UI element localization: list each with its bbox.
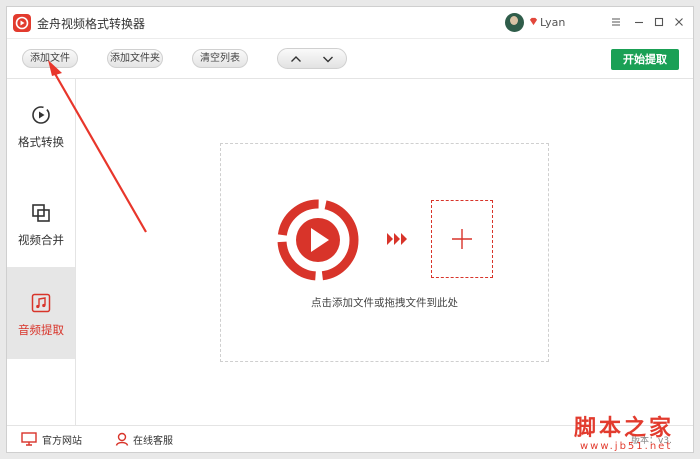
reorder-button-group	[277, 48, 347, 69]
sidebar-item-label: 格式转换	[18, 135, 64, 149]
add-file-button[interactable]: 添加文件	[22, 49, 78, 68]
watermark-brand: 脚本之家	[574, 415, 675, 441]
toolbar: 添加文件 添加文件夹 清空列表 开始提取	[7, 39, 693, 79]
play-circle-icon	[32, 106, 50, 124]
plus-icon	[452, 229, 472, 249]
app-logo-icon	[13, 14, 31, 32]
user-avatar[interactable]	[505, 13, 524, 32]
sidebar-item-video-merge[interactable]: 视频合并	[7, 177, 75, 269]
add-file-box[interactable]	[431, 200, 493, 278]
file-drop-zone[interactable]: 点击添加文件或拖拽文件到此处	[220, 143, 549, 362]
merge-squares-icon	[32, 204, 50, 222]
drop-hint-text: 点击添加文件或拖拽文件到此处	[311, 297, 458, 309]
app-title: 金舟视频格式转换器	[37, 17, 146, 31]
username[interactable]: Lyan	[540, 16, 565, 29]
official-website-link[interactable]: 官方网站	[42, 432, 82, 447]
start-extract-button[interactable]: 开始提取	[611, 49, 679, 70]
support-person-icon	[115, 432, 129, 446]
watermark-url: www.jb51.net	[580, 441, 673, 452]
site-watermark: 脚本之家 www.jb51.net	[574, 410, 694, 456]
chevron-down-icon[interactable]	[321, 52, 335, 66]
clear-list-button[interactable]: 清空列表	[192, 49, 248, 68]
minimize-icon[interactable]	[632, 15, 646, 29]
triple-arrow-icon	[387, 233, 407, 245]
sidebar-item-label: 音频提取	[18, 323, 64, 337]
app-window: 金舟视频格式转换器 Lyan 添加文件 添加文件夹 清空列表 开始提取 格式转换…	[6, 6, 694, 453]
sidebar-item-audio-extract[interactable]: 音频提取	[7, 267, 75, 359]
video-play-logo-icon	[277, 199, 359, 281]
vip-diamond-icon	[529, 17, 538, 26]
chevron-up-icon[interactable]	[289, 52, 303, 66]
add-folder-button[interactable]: 添加文件夹	[107, 49, 163, 68]
sidebar: 格式转换 视频合并 音频提取	[7, 79, 76, 425]
menu-icon[interactable]	[609, 15, 623, 29]
online-support-link[interactable]: 在线客服	[133, 432, 173, 447]
monitor-icon	[21, 432, 37, 446]
sidebar-item-label: 视频合并	[18, 233, 64, 247]
maximize-icon[interactable]	[652, 15, 666, 29]
title-bar: 金舟视频格式转换器 Lyan	[7, 7, 693, 39]
close-icon[interactable]	[672, 15, 686, 29]
sidebar-item-format-convert[interactable]: 格式转换	[7, 79, 75, 171]
music-note-icon	[31, 293, 51, 313]
